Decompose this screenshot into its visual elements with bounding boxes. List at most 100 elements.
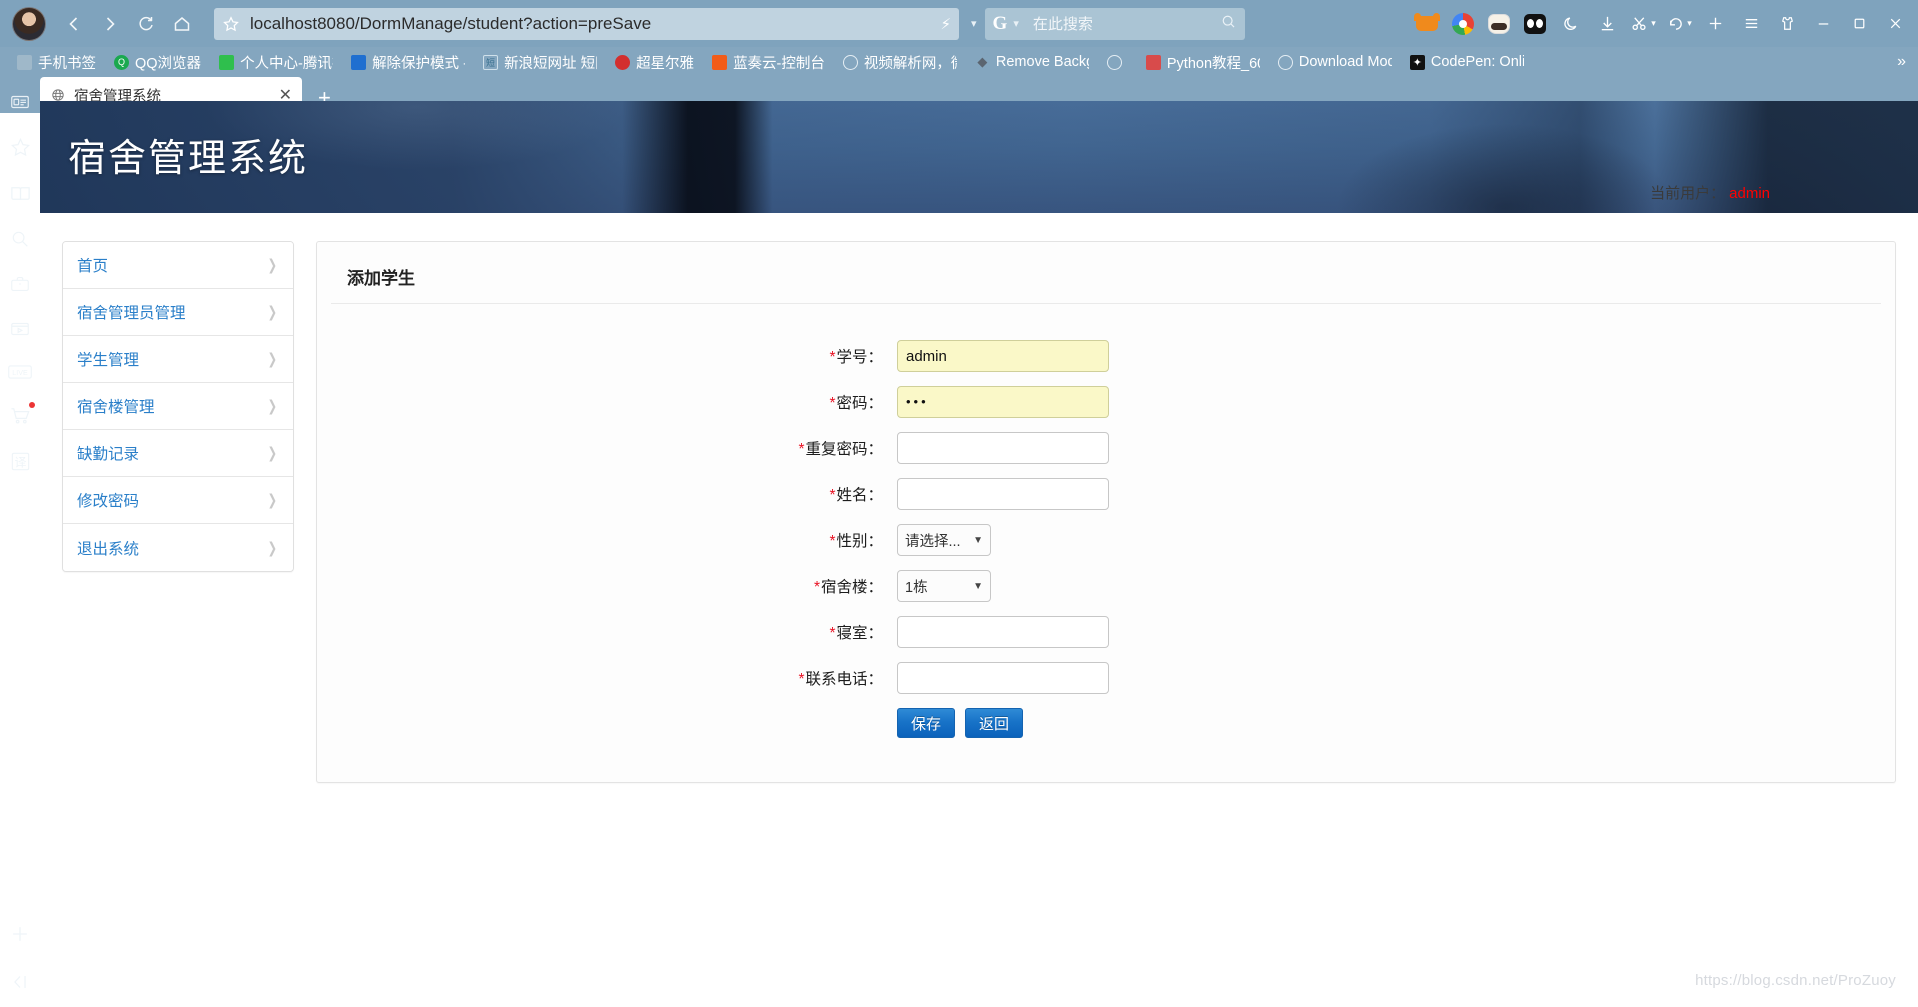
menu-item-label: 宿舍管理员管理 xyxy=(77,305,186,322)
chrome-icon[interactable] xyxy=(1446,7,1480,41)
bookmark-label: CodePen: Online xyxy=(1430,54,1524,70)
back-arrow-icon[interactable] xyxy=(56,6,92,42)
input-3[interactable] xyxy=(897,478,1109,510)
chevron-down-icon: ▼ xyxy=(973,580,983,592)
live-icon[interactable]: LIVE xyxy=(7,363,33,381)
input-7[interactable] xyxy=(897,662,1109,694)
form-row: *重复密码： xyxy=(317,432,1895,464)
video-parse-icon xyxy=(842,54,858,70)
briefcase-icon[interactable] xyxy=(9,273,31,295)
shirt-icon[interactable] xyxy=(1770,7,1804,41)
bookmark-label: Remove Backgro xyxy=(995,54,1089,70)
bookmark-item[interactable]: 解除保护模式 - Q xyxy=(342,49,474,75)
current-user-display: 当前用户： admin xyxy=(1650,182,1770,203)
panda-icon[interactable] xyxy=(1482,7,1516,41)
sina-short-icon: 短 xyxy=(483,54,499,70)
download-icon[interactable] xyxy=(1590,7,1624,41)
select-5[interactable]: 1栋 ▼ xyxy=(897,570,991,602)
input-2[interactable] xyxy=(897,432,1109,464)
bookmark-star-icon[interactable] xyxy=(222,15,240,33)
search-engine-chevron-icon[interactable]: ▾ xyxy=(1013,17,1019,30)
translate-icon[interactable]: 译 xyxy=(9,450,32,473)
field-control: ••• xyxy=(897,386,1109,418)
moon-icon[interactable] xyxy=(1554,7,1588,41)
star-icon[interactable] xyxy=(9,136,32,159)
address-bar[interactable]: localhost8080/DormManage/student?action=… xyxy=(214,7,959,40)
menu-item-label: 修改密码 xyxy=(77,493,140,510)
collapse-icon[interactable] xyxy=(9,971,31,993)
input-1[interactable]: ••• xyxy=(897,386,1109,418)
minimize-icon[interactable] xyxy=(1806,7,1840,41)
tencent-video-icon xyxy=(219,54,235,70)
panel-title: 添加学生 xyxy=(331,242,1881,304)
lightning-icon[interactable]: ⚡ xyxy=(940,15,951,33)
bookmarks-overflow-icon[interactable]: » xyxy=(1897,53,1910,71)
reload-arrow-icon[interactable] xyxy=(128,6,164,42)
plus-icon[interactable] xyxy=(1698,7,1732,41)
undo-icon[interactable]: ▾ xyxy=(1662,7,1696,41)
forward-arrow-icon[interactable] xyxy=(92,6,128,42)
svg-text:LIVE: LIVE xyxy=(12,369,28,377)
home-house-icon[interactable] xyxy=(164,6,200,42)
avatar[interactable] xyxy=(12,6,46,41)
bookmark-item[interactable]: Q QQ浏览器 xyxy=(105,49,210,75)
search-icon[interactable] xyxy=(9,228,31,250)
browser-toolbar: localhost8080/DormManage/student?action=… xyxy=(0,0,1918,47)
required-asterisk: * xyxy=(829,625,836,642)
bookmark-item[interactable]: Download Mod S xyxy=(1269,49,1401,75)
close-icon[interactable] xyxy=(1878,7,1912,41)
required-asterisk: * xyxy=(829,349,836,366)
bookmark-item[interactable]: 短新浪短网址 短网址 xyxy=(474,49,606,75)
save-button[interactable]: 保存 xyxy=(897,708,956,738)
field-label: *宿舍楼： xyxy=(317,575,897,597)
watermark: https://blog.csdn.net/ProZuoy xyxy=(1695,972,1896,989)
bookmark-item[interactable]: 视频解析网，微博 xyxy=(834,49,966,75)
bookmark-label: 视频解析网，微博 xyxy=(863,55,957,72)
menu-icon[interactable] xyxy=(1734,7,1768,41)
chevron-down-icon[interactable]: ▾ xyxy=(971,17,977,30)
bookmark-item[interactable]: 个人中心-腾讯视频 xyxy=(210,49,342,75)
restore-icon[interactable] xyxy=(1842,7,1876,41)
bookmark-label: 超星尔雅 xyxy=(636,55,695,72)
current-user-label: 当前用户： xyxy=(1650,185,1726,202)
required-asterisk: * xyxy=(829,395,836,412)
back-button[interactable]: 返回 xyxy=(965,708,1024,738)
google-g-icon: G xyxy=(992,12,1008,34)
scissors-icon[interactable]: ▾ xyxy=(1626,7,1660,41)
book-icon[interactable] xyxy=(9,182,32,205)
select-4[interactable]: 请选择... ▼ xyxy=(897,524,991,556)
menu-item-0[interactable]: 首页 ❯ xyxy=(63,242,293,289)
oo-icon[interactable] xyxy=(1518,7,1552,41)
bookmark-item[interactable]: ✦ CodePen: Online xyxy=(1401,49,1533,75)
field-control xyxy=(897,616,1109,648)
menu-item-4[interactable]: 缺勤记录 ❯ xyxy=(63,430,293,477)
field-control: 请选择... ▼ xyxy=(897,524,991,556)
bookmark-item[interactable]: ◆ Remove Backgro xyxy=(966,49,1098,75)
phone-icon xyxy=(17,54,32,70)
menu-item-3[interactable]: 宿舍楼管理 ❯ xyxy=(63,383,293,430)
news-card-icon[interactable] xyxy=(9,91,31,113)
bookmark-item[interactable]: Python教程_600集 xyxy=(1137,49,1269,75)
field-label: *姓名： xyxy=(317,483,897,505)
search-box[interactable]: G ▾ 在此搜索 xyxy=(984,7,1245,40)
search-icon[interactable] xyxy=(1220,13,1237,35)
shopping-cart-icon[interactable] xyxy=(9,402,35,427)
menu-item-2[interactable]: 学生管理 ❯ xyxy=(63,336,293,383)
menu-item-label: 首页 xyxy=(77,258,109,275)
field-label-text: 密码： xyxy=(836,395,883,412)
lanzou-icon xyxy=(712,54,728,70)
field-label: *寝室： xyxy=(317,621,897,643)
menu-item-1[interactable]: 宿舍管理员管理 ❯ xyxy=(63,289,293,336)
field-label: *重复密码： xyxy=(317,437,897,459)
video-player-icon[interactable] xyxy=(9,318,31,340)
bookmark-item[interactable]: 超星尔雅 xyxy=(606,49,703,75)
bookmark-item[interactable]: 蓝奏云-控制台 xyxy=(703,49,834,75)
menu-item-5[interactable]: 修改密码 ❯ xyxy=(63,477,293,524)
add-icon[interactable] xyxy=(9,923,31,945)
menu-item-6[interactable]: 退出系统 ❯ xyxy=(63,524,293,571)
bookmark-item[interactable]: 手机书签 xyxy=(8,49,105,75)
input-0[interactable] xyxy=(897,340,1109,372)
bookmark-item[interactable] xyxy=(1098,49,1137,75)
game-controller-icon[interactable] xyxy=(1410,7,1444,41)
input-6[interactable] xyxy=(897,616,1109,648)
